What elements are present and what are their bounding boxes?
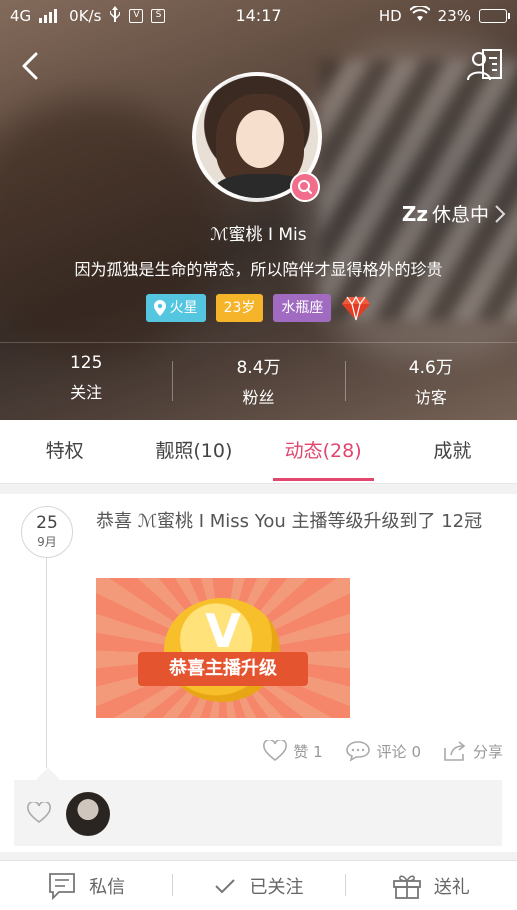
- zodiac-tag: 水瓶座: [273, 294, 332, 322]
- post-image[interactable]: V 恭喜主播升级: [96, 578, 350, 718]
- stat-fans[interactable]: 8.4万 粉丝: [172, 343, 344, 420]
- followed-button[interactable]: 已关注: [172, 861, 344, 910]
- heart-icon: [263, 740, 288, 762]
- likes-area: [14, 780, 502, 846]
- chevron-right-icon: [495, 204, 506, 223]
- age-tag: 23岁: [215, 294, 264, 322]
- bottom-action-bar: 私信 已关注 送礼: [0, 860, 517, 910]
- tab-achievements[interactable]: 成就: [388, 420, 517, 483]
- gift-button[interactable]: 送礼: [344, 861, 517, 910]
- chevron-left-icon: [22, 52, 38, 80]
- user-list-icon: [467, 49, 502, 81]
- message-icon: [49, 872, 76, 900]
- profile-tabs: 特权 靓照(10) 动态(28) 成就: [0, 420, 517, 484]
- check-icon: [215, 878, 236, 893]
- tab-privileges[interactable]: 特权: [0, 420, 129, 483]
- rest-status[interactable]: Zz 休息中: [402, 200, 507, 227]
- tab-moments[interactable]: 动态(28): [259, 420, 388, 483]
- profile-tags: 火星 23岁 水瓶座: [0, 294, 517, 322]
- comment-icon: [345, 741, 370, 762]
- search-badge[interactable]: [290, 172, 320, 202]
- diamond-icon: [342, 295, 371, 321]
- post-text: 恭喜 ℳ蜜桃 I Miss You 主播等级升级到了 12冠: [96, 511, 483, 532]
- like-button[interactable]: 赞 1: [263, 740, 323, 762]
- stat-visitors[interactable]: 4.6万 访客: [344, 343, 517, 420]
- share-icon: [444, 741, 466, 761]
- profile-header: 4G 0K/s V S 14:17 HD 23% ℳ蜜桃 I Mis Zz 休息…: [0, 0, 517, 420]
- comment-button[interactable]: 评论 0: [345, 740, 421, 762]
- message-button[interactable]: 私信: [0, 861, 172, 910]
- wifi-icon: [408, 4, 431, 26]
- signature: 因为孤独是生命的常态，所以陪伴才显得格外的珍贵: [74, 260, 443, 279]
- moments-feed: 25 9月 恭喜 ℳ蜜桃 I Miss You 主播等级升级到了 12冠 V 恭…: [0, 494, 517, 852]
- hd-indicator: HD: [378, 7, 402, 25]
- upgrade-banner: 恭喜主播升级: [138, 652, 308, 686]
- profile-stats: 125 关注 8.4万 粉丝 4.6万 访客: [0, 342, 517, 420]
- tab-photos[interactable]: 靓照(10): [129, 420, 258, 483]
- post-date: 25 9月: [21, 506, 73, 558]
- location-tag: 火星: [145, 294, 206, 322]
- liker-avatar[interactable]: [66, 792, 110, 836]
- sleep-icon: Zz: [401, 201, 428, 226]
- stat-following[interactable]: 125 关注: [0, 343, 172, 420]
- status-bar: 4G 0K/s V S 14:17 HD 23%: [0, 0, 517, 30]
- heart-icon[interactable]: [26, 802, 52, 824]
- profile-card-button[interactable]: [465, 46, 505, 86]
- battery-percent: 23%: [437, 7, 471, 25]
- gift-icon: [392, 874, 421, 899]
- back-button[interactable]: [14, 48, 48, 84]
- post-actions: 赞 1 评论 0 分享: [263, 740, 503, 762]
- timeline-line: [46, 556, 47, 768]
- rest-status-label: 休息中: [431, 204, 489, 226]
- location-pin-icon: [153, 300, 166, 316]
- battery-icon: [479, 9, 510, 23]
- search-icon: [298, 180, 312, 194]
- share-button[interactable]: 分享: [443, 740, 503, 762]
